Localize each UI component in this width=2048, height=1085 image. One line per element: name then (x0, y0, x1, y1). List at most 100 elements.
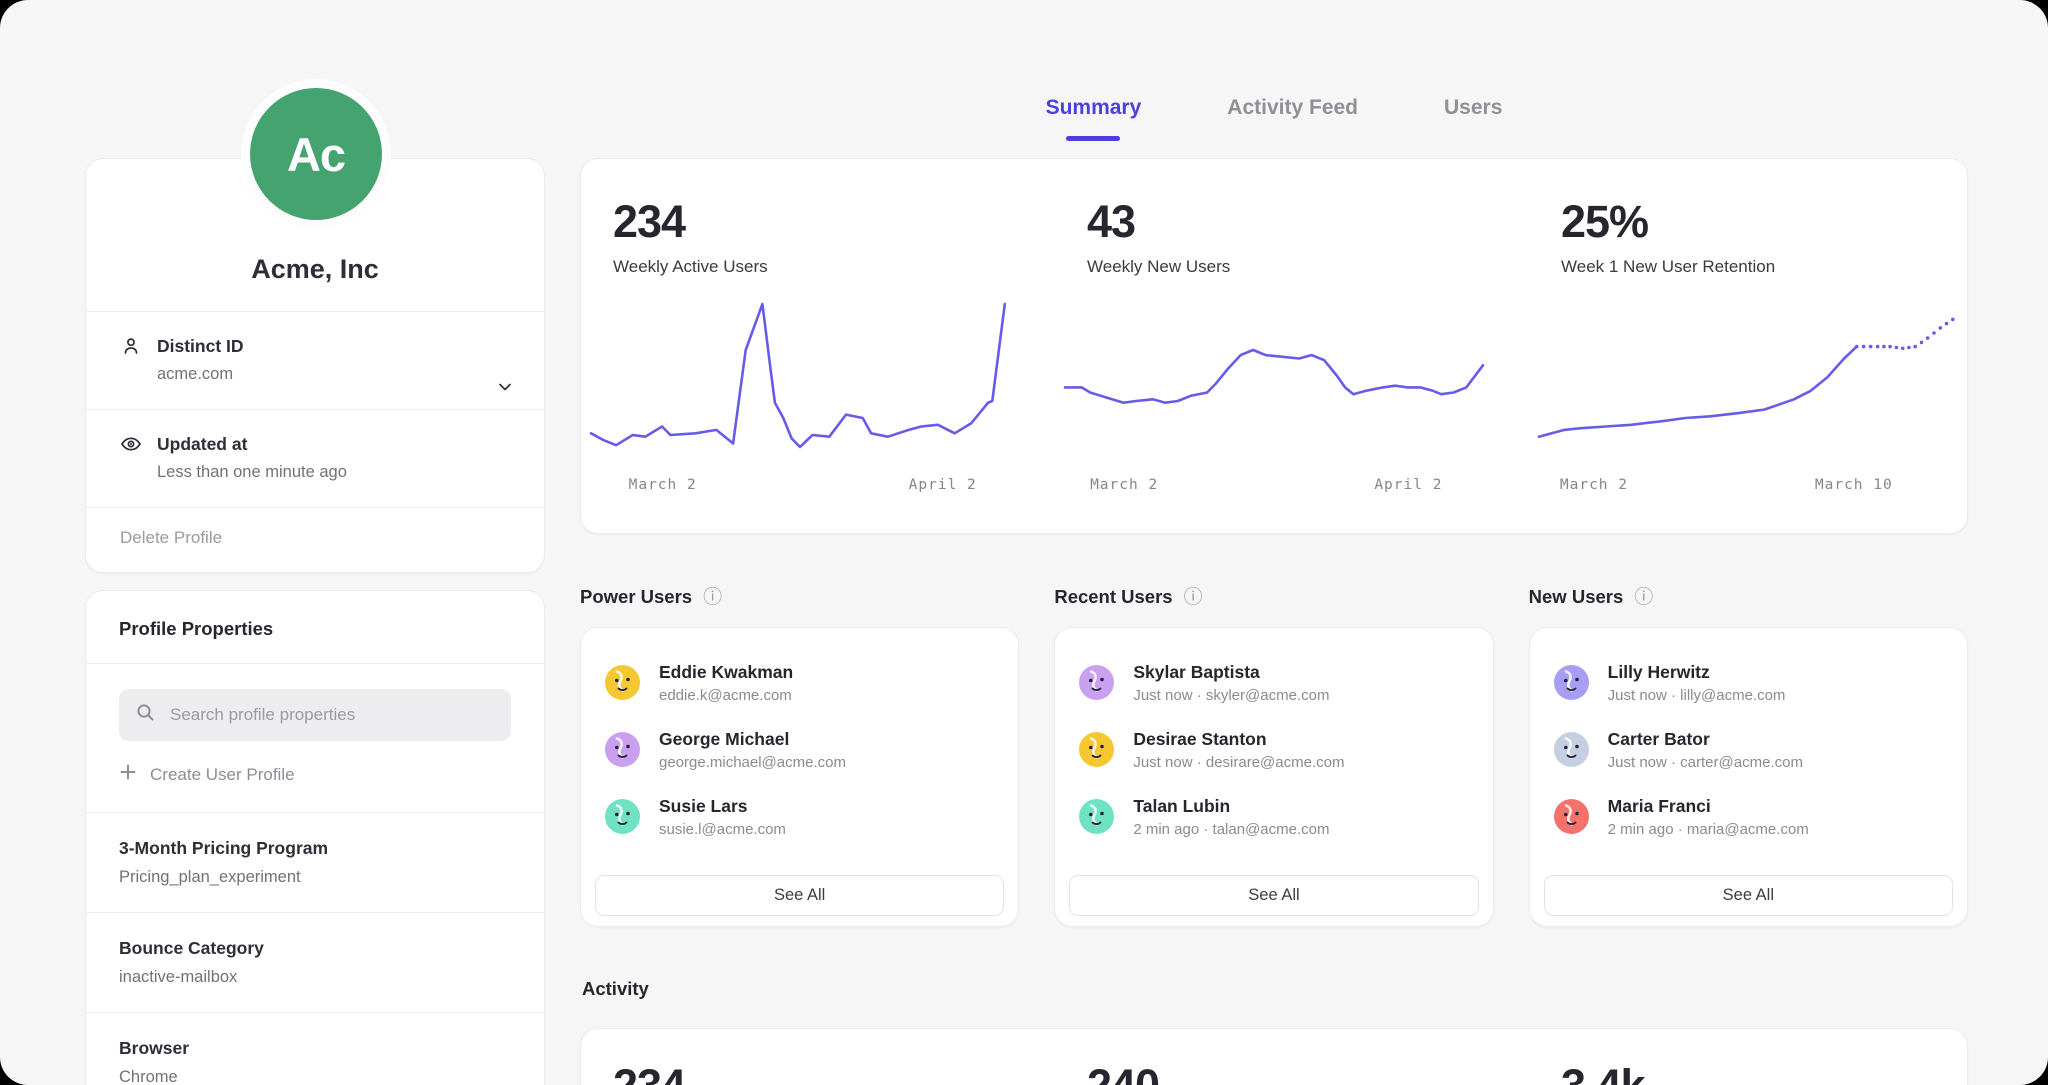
tab-activity-feed[interactable]: Activity Feed (1227, 96, 1358, 141)
see-all-button[interactable]: See All (1069, 875, 1478, 916)
property-row-bounce-category[interactable]: Bounce Category inactive-mailbox (86, 912, 544, 1012)
activity-stat-value: 234 (613, 1063, 1019, 1085)
activity-stat-value: 3.4k (1561, 1063, 1967, 1085)
activity-stat-value: 240 (1087, 1063, 1493, 1085)
activity-card: 234 240 3.4k (580, 1028, 1968, 1085)
property-label: 3-Month Pricing Program (119, 838, 511, 859)
stat-label: Weekly New Users (1087, 257, 1483, 277)
x-axis: March 2 April 2 (591, 471, 1009, 501)
company-name: Acme, Inc (251, 254, 379, 285)
user-name: Carter Bator (1608, 729, 1803, 750)
user-lists-row: Power Users ⓘ Eddie Kwakman eddie.k@acme… (580, 584, 1968, 927)
power-users-card: Eddie Kwakman eddie.k@acme.com George Mi… (580, 627, 1019, 927)
property-value: Chrome (119, 1068, 511, 1085)
list-item[interactable]: Maria Franci 2 min ago · maria@acme.com (1530, 783, 1967, 850)
summary-stats-card: 234 Weekly Active Users March 2April 2 4… (580, 158, 1968, 534)
list-item[interactable]: Desirae Stanton Just now · desirare@acme… (1055, 716, 1492, 783)
tab-users[interactable]: Users (1444, 96, 1502, 141)
app-window: Ac Acme, Inc Distinct ID acme.com (0, 0, 2048, 1085)
updated-at-row: Updated at Less than one minute ago (86, 409, 544, 507)
user-avatar (1079, 732, 1114, 767)
user-name: Susie Lars (659, 796, 786, 817)
x-axis-tick: March 2 (1090, 477, 1158, 493)
chevron-down-icon[interactable] (492, 374, 518, 400)
face-icon (1554, 665, 1589, 700)
list-item[interactable]: Talan Lubin 2 min ago · talan@acme.com (1055, 783, 1492, 850)
distinct-id-value: acme.com (157, 365, 510, 384)
list-item[interactable]: Eddie Kwakman eddie.k@acme.com (581, 649, 1018, 716)
weekly-active-users-sparkline (591, 299, 1009, 469)
user-name: Lilly Herwitz (1608, 662, 1786, 683)
recent-users-section: Recent Users ⓘ Skylar Baptista Just now … (1054, 584, 1493, 927)
face-icon (605, 665, 640, 700)
power-users-section: Power Users ⓘ Eddie Kwakman eddie.k@acme… (580, 584, 1019, 927)
profile-summary-card: Acme, Inc Distinct ID acme.com (85, 158, 545, 573)
list-item[interactable]: Carter Bator Just now · carter@acme.com (1530, 716, 1967, 783)
info-icon[interactable]: ⓘ (1184, 588, 1203, 607)
search-icon (135, 702, 156, 728)
see-all-button[interactable]: See All (595, 875, 1004, 916)
property-value: Pricing_plan_experiment (119, 868, 511, 887)
new-users-section: New Users ⓘ Lilly Herwitz Just now · lil… (1529, 584, 1968, 927)
list-item[interactable]: Lilly Herwitz Just now · lilly@acme.com (1530, 649, 1967, 716)
x-axis-tick: April 2 (909, 477, 977, 493)
profile-properties-title: Profile Properties (86, 591, 544, 663)
user-name: Skylar Baptista (1133, 662, 1329, 683)
list-item[interactable]: George Michael george.michael@acme.com (581, 716, 1018, 783)
user-name: Desirae Stanton (1133, 729, 1344, 750)
user-detail: Just now · desirare@acme.com (1133, 754, 1344, 771)
stat-value: 43 (1087, 199, 1483, 244)
distinct-id-row[interactable]: Distinct ID acme.com (86, 311, 544, 409)
user-detail: Just now · skyler@acme.com (1133, 687, 1329, 704)
user-avatar (605, 665, 640, 700)
user-detail: 2 min ago · maria@acme.com (1608, 821, 1809, 838)
divider (86, 663, 544, 664)
user-detail: Just now · lilly@acme.com (1608, 687, 1786, 704)
user-avatar (1079, 665, 1114, 700)
user-detail: eddie.k@acme.com (659, 687, 793, 704)
create-user-profile-button[interactable]: Create User Profile (119, 763, 511, 786)
user-avatar (1554, 665, 1589, 700)
see-all-button[interactable]: See All (1544, 875, 1953, 916)
face-icon (1554, 732, 1589, 767)
user-name: Eddie Kwakman (659, 662, 793, 683)
user-avatar (605, 799, 640, 834)
x-axis-tick: March 10 (1815, 477, 1893, 493)
property-value: inactive-mailbox (119, 968, 511, 987)
stat-weekly-active-users: 234 Weekly Active Users March 2April 2 (581, 159, 1019, 533)
property-row-browser[interactable]: Browser Chrome (86, 1012, 544, 1085)
x-axis: March 2March 10 (1539, 471, 1957, 501)
search-input[interactable] (168, 704, 495, 726)
property-label: Bounce Category (119, 938, 511, 959)
eye-icon (120, 433, 142, 455)
stat-label: Week 1 New User Retention (1561, 257, 1957, 277)
property-label: Browser (119, 1038, 511, 1059)
distinct-id-label: Distinct ID (157, 336, 244, 357)
x-axis-tick: March 2 (629, 477, 697, 493)
stat-label: Weekly Active Users (613, 257, 1009, 277)
list-item[interactable]: Skylar Baptista Just now · skyler@acme.c… (1055, 649, 1492, 716)
face-icon (1079, 799, 1114, 834)
face-icon (605, 799, 640, 834)
user-name: Talan Lubin (1133, 796, 1329, 817)
delete-profile-button[interactable]: Delete Profile (86, 507, 544, 572)
tab-summary[interactable]: Summary (1046, 96, 1142, 141)
stat-week1-retention: 25% Week 1 New User Retention March 2Mar… (1529, 159, 1967, 533)
activity-section-title: Activity (582, 978, 649, 1000)
face-icon (1079, 732, 1114, 767)
recent-users-card: Skylar Baptista Just now · skyler@acme.c… (1054, 627, 1493, 927)
user-detail: susie.l@acme.com (659, 821, 786, 838)
list-item[interactable]: Susie Lars susie.l@acme.com (581, 783, 1018, 850)
user-detail: Just now · carter@acme.com (1608, 754, 1803, 771)
info-icon[interactable]: ⓘ (703, 588, 722, 607)
user-name: George Michael (659, 729, 846, 750)
info-icon[interactable]: ⓘ (1634, 588, 1653, 607)
face-icon (1079, 665, 1114, 700)
updated-at-label: Updated at (157, 434, 247, 455)
stat-value: 25% (1561, 199, 1957, 244)
search-profile-properties-field[interactable] (119, 689, 511, 741)
x-axis: March 2April 2 (1065, 471, 1483, 501)
plus-icon (119, 763, 137, 786)
property-row-pricing-program[interactable]: 3-Month Pricing Program Pricing_plan_exp… (86, 812, 544, 912)
tab-bar: Summary Activity Feed Users (580, 96, 1968, 141)
